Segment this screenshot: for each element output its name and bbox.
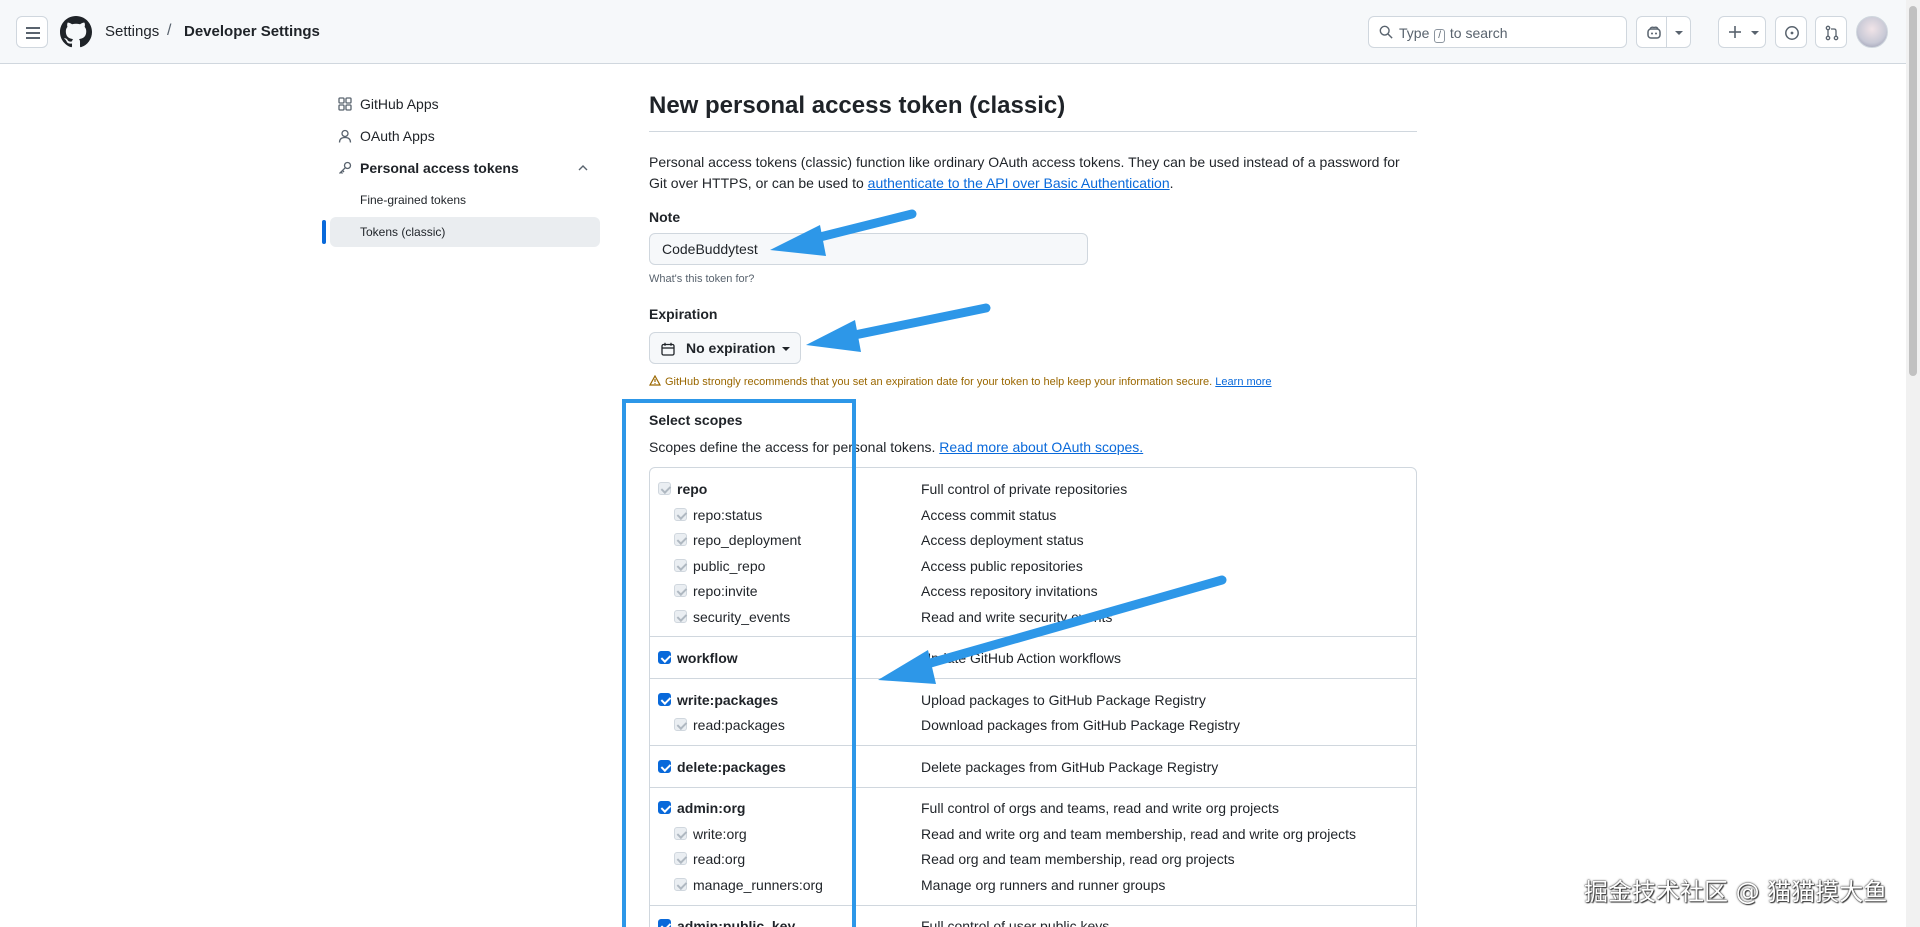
sidebar-subitem-label: Fine-grained tokens (360, 193, 467, 207)
scope-description: Read and write org and team membership, … (921, 826, 1356, 842)
title-divider (649, 131, 1417, 132)
menu-icon (26, 27, 40, 29)
note-label: Note (649, 209, 681, 225)
scope-description: Update GitHub Action workflows (921, 650, 1121, 666)
sidebar-item-tokens-classic[interactable]: Tokens (classic) (330, 217, 600, 247)
annotation-highlight-box (622, 399, 856, 927)
person-icon (338, 129, 352, 143)
sidebar-subitem-label: Tokens (classic) (360, 225, 446, 239)
search-placeholder: Type / to search (1399, 25, 1508, 43)
sidebar-item-label: GitHub Apps (360, 96, 439, 112)
issue-opened-icon (1785, 26, 1799, 40)
menu-icon-bar (26, 32, 40, 34)
scope-description: Access deployment status (921, 532, 1084, 548)
page-title: New personal access token (classic) (649, 92, 1066, 119)
sidebar-item-oauth-apps[interactable]: OAuth Apps (330, 121, 600, 151)
scope-description: Full control of private repositories (921, 481, 1128, 497)
pull-requests-button[interactable] (1815, 16, 1847, 48)
scope-description: Manage org runners and runner groups (921, 877, 1166, 893)
search-icon (1379, 25, 1393, 39)
scope-description: Access public repositories (921, 558, 1083, 574)
menu-icon-bar (26, 37, 40, 39)
scope-description: Delete packages from GitHub Package Regi… (921, 759, 1219, 775)
expiration-value: No expiration (686, 340, 776, 356)
breadcrumb-settings[interactable]: Settings (105, 23, 159, 40)
sidebar-item-personal-access-tokens[interactable]: Personal access tokens (330, 153, 600, 183)
menu-button[interactable] (16, 16, 48, 48)
scope-description: Upload packages to GitHub Package Regist… (921, 692, 1206, 708)
copilot-divider (1666, 17, 1667, 47)
sidebar-item-label: OAuth Apps (360, 128, 435, 144)
expiration-warning: GitHub strongly recommends that you set … (649, 375, 1272, 388)
intro-end: . (1169, 175, 1174, 191)
chevron-down-icon[interactable] (1675, 31, 1683, 35)
scope-description: Access commit status (921, 507, 1057, 523)
sidebar-item-label: Personal access tokens (360, 160, 519, 176)
scope-description: Access repository invitations (921, 583, 1098, 599)
scope-description: Read and write security events (921, 609, 1113, 625)
copilot-button[interactable] (1636, 16, 1691, 48)
user-avatar[interactable] (1856, 16, 1888, 48)
learn-more-link[interactable]: Learn more (1215, 376, 1271, 388)
search-prefix: Type (1399, 25, 1430, 41)
key-icon (339, 161, 352, 174)
search-shortcut-key: / (1434, 29, 1446, 43)
note-hint: What's this token for? (649, 273, 755, 285)
search-input[interactable]: Type / to search (1368, 16, 1627, 48)
scope-description: Full control of orgs and teams, read and… (921, 800, 1279, 816)
oauth-scopes-link[interactable]: Read more about OAuth scopes. (939, 439, 1143, 455)
note-input[interactable]: CodeBuddytest (649, 233, 1088, 265)
calendar-icon (661, 342, 675, 356)
sidebar-active-indicator (322, 220, 326, 244)
annotation-arrow-expiration (806, 303, 991, 352)
warning-text: GitHub strongly recommends that you set … (665, 376, 1213, 388)
chevron-up-icon[interactable] (578, 164, 588, 172)
chevron-down-icon (1751, 31, 1759, 35)
watermark-text: 掘金技术社区 @ 猫猫摸大鱼 (1584, 878, 1888, 906)
expiration-dropdown[interactable]: No expiration (649, 332, 801, 364)
sidebar-item-fine-grained-tokens[interactable]: Fine-grained tokens (330, 185, 600, 215)
search-suffix: to search (1449, 25, 1508, 41)
scope-description: Read org and team membership, read org p… (921, 851, 1235, 867)
expiration-label: Expiration (649, 306, 718, 322)
pull-request-icon (1825, 25, 1839, 41)
intro-text: Personal access tokens (classic) functio… (649, 152, 1419, 194)
issues-button[interactable] (1775, 16, 1807, 48)
breadcrumb-separator: / (167, 22, 172, 39)
basic-auth-link[interactable]: authenticate to the API over Basic Authe… (868, 175, 1170, 191)
breadcrumb-developer-settings[interactable]: Developer Settings (184, 23, 320, 40)
scope-description: Full control of user public keys (921, 918, 1110, 927)
copilot-icon (1647, 26, 1661, 39)
top-header: Settings / Developer Settings Type / to … (0, 0, 1920, 64)
create-new-button[interactable] (1718, 16, 1766, 48)
scope-description: Download packages from GitHub Package Re… (921, 717, 1241, 733)
alert-icon (649, 375, 661, 386)
sidebar-item-github-apps[interactable]: GitHub Apps (330, 89, 600, 119)
caret-down-icon (782, 347, 790, 351)
scrollbar-thumb[interactable] (1909, 6, 1917, 376)
github-logo-icon[interactable] (60, 16, 92, 48)
apps-grid-icon (338, 97, 352, 111)
plus-icon (1729, 26, 1741, 38)
